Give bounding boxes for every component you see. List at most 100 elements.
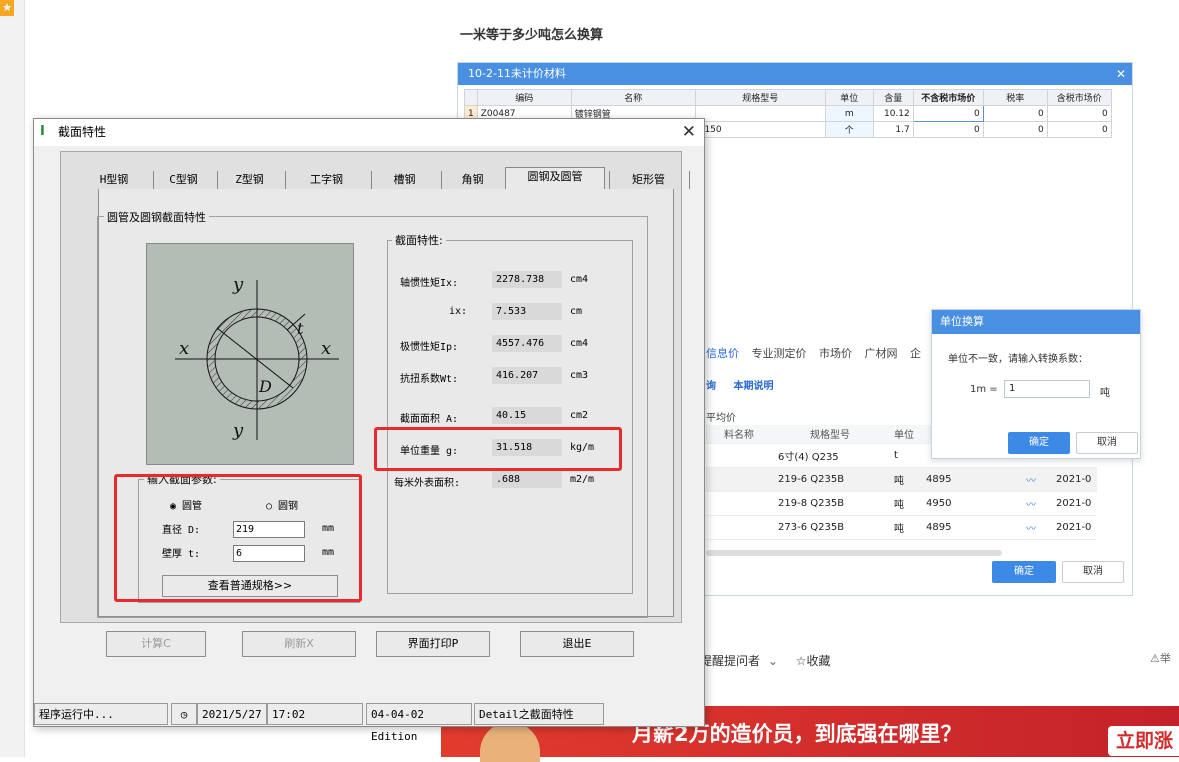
prop-value: 2278.738 [492,271,562,288]
prop-label: 极惯性矩Ip: [400,342,459,353]
prop-label: ix: [449,306,468,317]
ibeam-icon: I [40,124,45,139]
star-icon: ★ [0,0,14,16]
prop-label: 每米外表面积: [394,478,461,489]
conversion-input[interactable]: 1 [1004,380,1090,398]
banner-button[interactable]: 立即涨 [1108,726,1179,756]
axis-label-y-top: y [232,274,244,295]
unit-dialog-title: 单位换算 [932,310,1140,334]
col-header: 名称 [570,89,696,106]
prop-unit: cm2 [570,410,589,421]
pipe-section-svg: y y x x t D [175,274,339,441]
trend-icon[interactable]: 〰 [1020,467,1050,492]
col-header: 单位 [888,425,920,444]
col-header: 税率 [982,89,1048,106]
diameter-label: D [258,377,272,396]
left-strip [0,0,25,757]
weight-highlight [374,427,622,471]
col-header: 编码 [476,89,572,106]
col-header: 规格型号 [772,425,888,444]
col-header: 含税市场价 [1046,89,1112,106]
unit-target: 吨 [1100,388,1110,399]
group-title: 圆管及圆钢截面特性 [104,209,209,225]
subtab-query[interactable]: 询 [706,381,716,392]
remind-link[interactable]: 提醒提问者 [700,654,760,668]
status-time: 17:02 [267,703,363,725]
col-header: 不含税市场价 [912,89,984,106]
trend-icon[interactable]: 〰 [1020,515,1050,540]
status-module: Detail之截面特性 [474,703,604,725]
tab-enterprise[interactable]: 企 [910,347,921,360]
favorite-link[interactable]: ☆收藏 [796,654,831,668]
tab-gcw[interactable]: 广材网 [865,347,898,360]
dialog-title: 截面特性 [34,119,704,146]
close-icon[interactable]: ✕ [1116,63,1126,85]
section-diagram: y y x x t D [146,243,354,465]
refresh-button[interactable]: 刷新X [242,631,356,657]
prop-label: 轴惯性矩Ix: [400,278,459,289]
chevron-down-icon: ⌄ [767,654,778,668]
prop-unit: cm4 [570,274,589,285]
unit-dialog-message: 单位不一致，请输入转换系数： [948,354,1088,365]
axis-label-x-left: x [179,338,189,359]
tab-i-beam[interactable]: 工字钢 [285,171,367,189]
unit-ok-button[interactable]: 确定 [1008,432,1070,454]
input-highlight [114,474,362,602]
tab-rect-pipe[interactable]: 矩形管 [609,171,687,189]
prop-unit: cm [570,306,583,317]
unit-cancel-button[interactable]: 取消 [1076,432,1138,454]
calc-button[interactable]: 计算C [106,631,206,657]
tab-info-price[interactable]: 信息价 [706,347,739,360]
properties-title: 截面特性: [392,232,446,248]
prop-unit: cm4 [570,338,589,349]
prop-value: .688 [492,471,562,488]
prop-value: 416.207 [492,367,562,384]
subtab-notes[interactable]: 本期说明 [733,381,773,392]
status-bar: 程序运行中... ◷ 2021/5/27 17:02 04-04-02 Edit… [34,703,704,743]
axis-label-y-bottom: y [232,420,244,441]
prop-unit: cm3 [570,370,589,381]
price-cancel-button[interactable]: 取消 [1062,561,1124,583]
tab-channel[interactable]: 槽钢 [371,171,437,189]
print-button[interactable]: 界面打印P [376,631,490,657]
status-date: 2021/5/27 [197,703,267,725]
price-ok-button[interactable]: 确定 [992,561,1056,583]
prop-value: 7.533 [492,303,562,320]
prop-value: 4557.476 [492,335,562,352]
tab-pro-price[interactable]: 专业测定价 [752,347,807,360]
sub-tabs: 询 本期说明 [706,377,773,392]
report-link[interactable]: ⚠举 [1150,650,1171,666]
status-edition: 04-04-02 Edition [366,703,472,743]
col-header: 单位 [824,89,874,106]
prop-value: 40.15 [492,407,562,424]
tab-c-steel[interactable]: C型钢 [153,171,213,189]
table-row[interactable]: 219-6 Q235B 吨 4895 〰 2021-0 [706,467,1098,492]
prop-label: 抗扭系数Wt: [400,374,459,385]
close-icon[interactable]: ✕ [682,121,696,143]
tab-market-price[interactable]: 市场价 [819,347,852,360]
tab-z-steel[interactable]: Z型钢 [217,171,281,189]
status-running: 程序运行中... [34,703,168,725]
clock-icon: ◷ [171,703,197,725]
unit-dialog: 单位换算 单位不一致，请输入转换系数： 1m = 1 吨 确定 取消 [931,309,1141,459]
price-window-title: 10-2-11未计价材料 [458,63,1132,85]
tab-angle[interactable]: 角钢 [441,171,503,189]
col-header: 料名称 [706,425,772,444]
table-row[interactable]: 273-6 Q235B 吨 4895 〰 2021-0 [706,515,1098,540]
question-title: 一米等于多少吨怎么换算 [460,28,604,43]
exit-button[interactable]: 退出E [520,631,634,657]
trend-icon[interactable]: 〰 [1020,491,1050,516]
tab-h-steel[interactable]: H型钢 [79,171,149,189]
col-header: 规格型号 [694,89,826,106]
article-actions: 提醒提问者 ⌄ ☆收藏 [700,652,831,669]
section-dialog: 截面特性 I ✕ H型钢 C型钢 Z型钢 工字钢 槽钢 角钢 圆钢及圆管 矩形管… [33,118,705,743]
unit-label: 1m = [970,384,998,395]
tab-round-pipe[interactable]: 圆钢及圆管 [505,167,605,189]
thickness-label: t [297,319,304,338]
avg-price-label: 平均价 [706,413,736,424]
axis-label-x-right: x [321,338,331,359]
horizontal-scrollbar[interactable] [706,550,1002,556]
col-header: 含量 [872,89,914,106]
prop-unit: m2/m [570,474,595,485]
table-row[interactable]: 219-8 Q235B 吨 4950 〰 2021-0 [706,491,1098,516]
